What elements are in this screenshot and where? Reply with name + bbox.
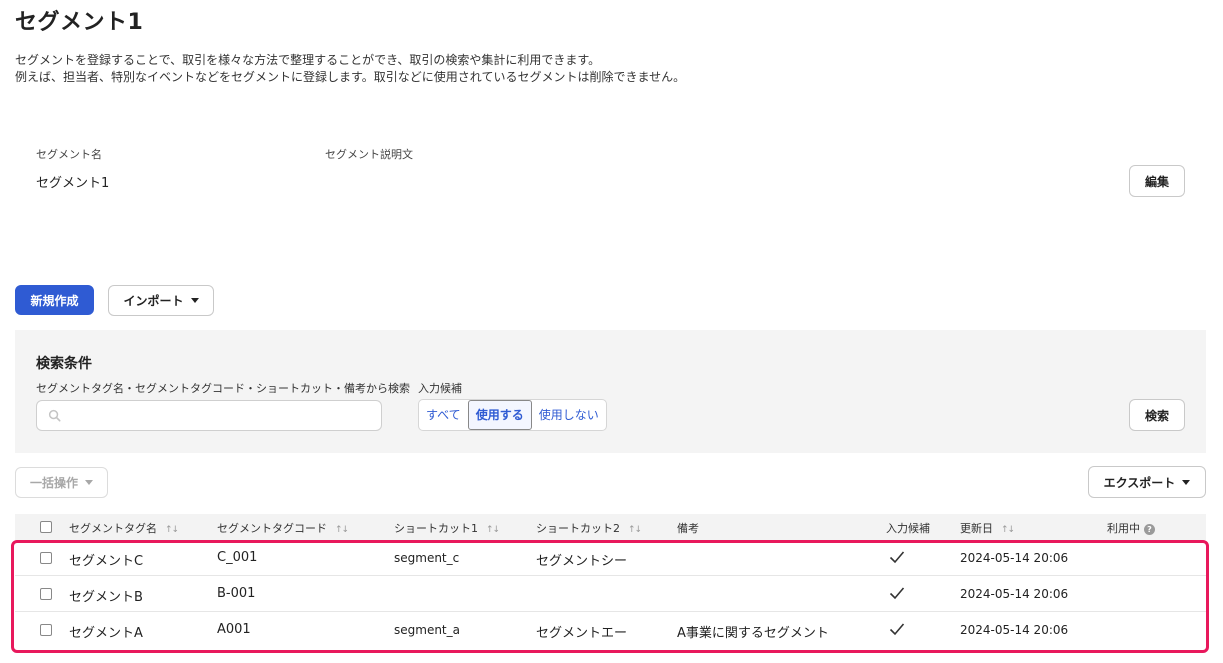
- export-button[interactable]: エクスポート: [1088, 466, 1206, 498]
- sort-icon: ↑↓: [165, 525, 179, 535]
- candidate-label: 入力候補: [418, 382, 462, 395]
- new-button[interactable]: 新規作成: [15, 285, 94, 315]
- chevron-down-icon: [85, 480, 93, 485]
- search-panel-title: 検索条件: [36, 356, 92, 372]
- description-line-1: セグメントを登録することで、取引を様々な方法で整理することができ、取引の検索や集…: [15, 53, 601, 67]
- sort-icon: ↑↓: [1001, 525, 1015, 535]
- rows-highlight-frame: [11, 540, 1209, 653]
- candidate-option-all[interactable]: すべて: [419, 400, 468, 430]
- chevron-down-icon: [190, 298, 199, 303]
- column-in-use: 利用中?: [1107, 520, 1155, 536]
- candidate-toggle: すべて 使用する 使用しない: [418, 399, 607, 431]
- column-shortcut1[interactable]: ショートカット1 ↑↓: [394, 520, 500, 536]
- edit-button[interactable]: 編集: [1129, 165, 1185, 197]
- segment-name-value: セグメント1: [36, 176, 110, 191]
- column-name[interactable]: セグメントタグ名 ↑↓: [69, 520, 179, 536]
- column-updated[interactable]: 更新日 ↑↓: [960, 520, 1015, 536]
- column-candidate: 入力候補: [886, 522, 930, 535]
- column-shortcut2[interactable]: ショートカット2 ↑↓: [536, 520, 642, 536]
- page-description: セグメントを登録することで、取引を様々な方法で整理することができ、取引の検索や集…: [15, 52, 685, 86]
- column-note: 備考: [677, 522, 699, 535]
- keyword-label: セグメントタグ名・セグメントタグコード・ショートカット・備考から検索: [36, 382, 410, 395]
- segment-description-label: セグメント説明文: [325, 148, 413, 161]
- bulk-action-label: 一括操作: [29, 476, 78, 490]
- segment-name-label: セグメント名: [36, 148, 102, 161]
- search-input[interactable]: [36, 400, 382, 431]
- import-button[interactable]: インポート: [108, 285, 214, 316]
- search-icon: [48, 409, 61, 422]
- sort-icon: ↑↓: [335, 525, 349, 535]
- select-all-checkbox[interactable]: [40, 521, 52, 533]
- sort-icon: ↑↓: [628, 525, 642, 535]
- import-button-label: インポート: [123, 294, 184, 308]
- search-button[interactable]: 検索: [1129, 399, 1185, 431]
- bulk-action-button[interactable]: 一括操作: [15, 467, 108, 498]
- help-icon[interactable]: ?: [1144, 524, 1155, 535]
- chevron-down-icon: [1182, 479, 1191, 485]
- table-header: セグメントタグ名 ↑↓ セグメントタグコード ↑↓ ショートカット1 ↑↓ ショートカ…: [15, 514, 1206, 540]
- export-button-label: エクスポート: [1103, 475, 1176, 490]
- description-line-2: 例えば、担当者、特別なイベントなどをセグメントに登録します。取引などに使用されて…: [15, 70, 686, 84]
- candidate-option-not-use[interactable]: 使用しない: [532, 400, 606, 430]
- page-title: セグメント1: [15, 10, 144, 35]
- column-code[interactable]: セグメントタグコード ↑↓: [217, 520, 349, 536]
- candidate-option-use[interactable]: 使用する: [467, 400, 532, 430]
- sort-icon: ↑↓: [486, 525, 500, 535]
- search-panel: 検索条件 セグメントタグ名・セグメントタグコード・ショートカット・備考から検索 …: [15, 330, 1206, 453]
